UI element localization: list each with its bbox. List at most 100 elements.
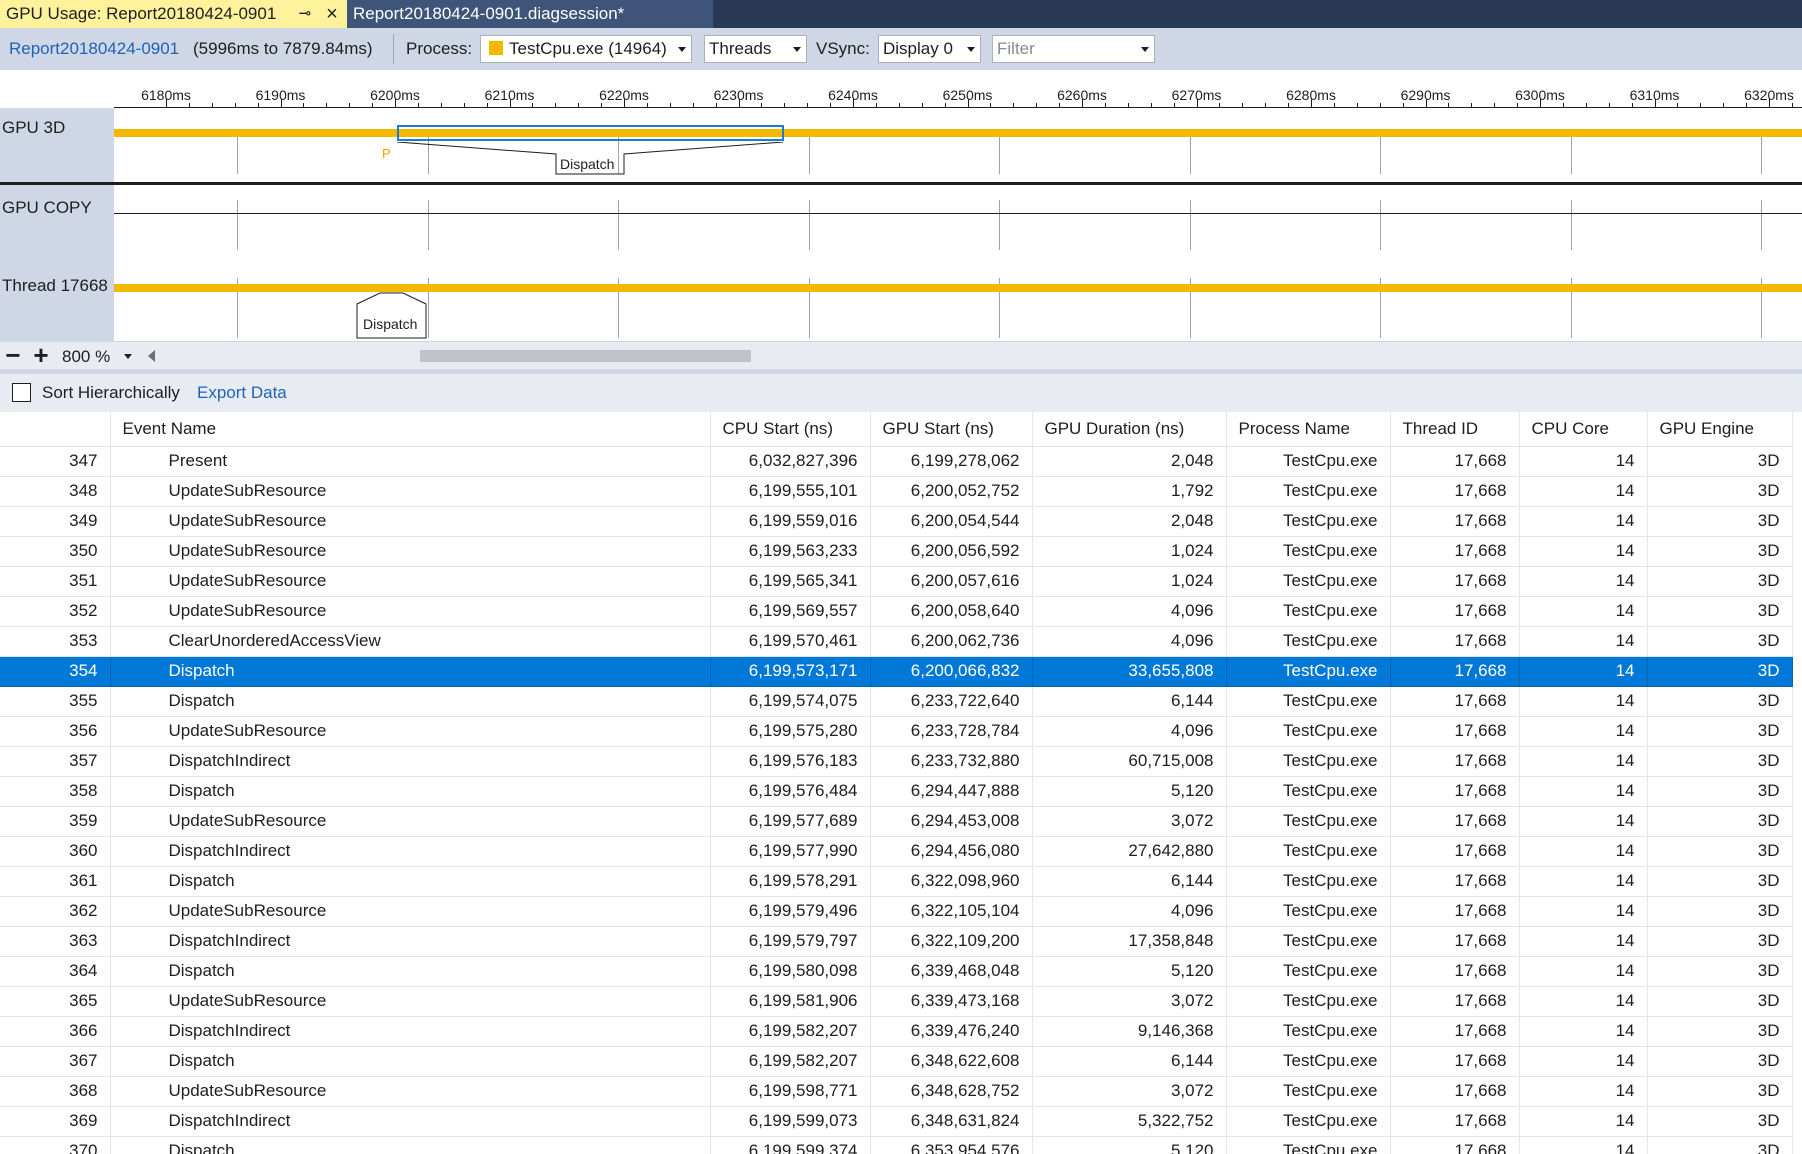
threads-dropdown[interactable]: Threads xyxy=(704,35,807,63)
table-row[interactable]: 361 Dispatch 6,199,578,291 6,322,098,960 6,1… xyxy=(0,866,1793,897)
column-header[interactable]: CPU Start (ns) xyxy=(710,412,871,447)
sort-hierarchically-label[interactable]: Sort Hierarchically xyxy=(42,383,180,403)
table-row[interactable]: 366 DispatchIndirect 6,199,582,207 6,339,47… xyxy=(0,1016,1793,1047)
tab-gpu-usage[interactable]: GPU Usage: Report20180424-0901 ⊸ × xyxy=(0,0,347,28)
column-header[interactable]: CPU Core xyxy=(1519,412,1648,447)
table-cell: TestCpu.exe xyxy=(1226,506,1391,537)
table-row[interactable]: 355 Dispatch 6,199,574,075 6,233,722,640 6,1… xyxy=(0,686,1793,717)
table-row[interactable]: 370 Dispatch 6,199,599,374 6,353,954,576 5,1… xyxy=(0,1136,1793,1154)
table-cell: 6,199,578,291 xyxy=(710,866,871,897)
zoom-level-dropdown[interactable]: 800 % xyxy=(62,347,110,367)
scroll-left-icon[interactable] xyxy=(148,350,155,362)
ruler-minor-tick xyxy=(257,103,259,107)
table-row[interactable]: 358 Dispatch 6,199,576,484 6,294,447,888 5,1… xyxy=(0,776,1793,807)
table-cell: 349 xyxy=(0,506,111,537)
ruler-minor-tick xyxy=(601,103,603,107)
table-cell: 3D xyxy=(1647,926,1793,957)
ruler-minor-tick xyxy=(1791,103,1793,107)
table-cell: 17,668 xyxy=(1390,1136,1520,1154)
table-cell: Dispatch xyxy=(110,866,711,897)
column-header[interactable]: Event Name xyxy=(110,412,711,447)
table-cell: 14 xyxy=(1519,506,1648,537)
table-row[interactable]: 368 UpdateSubResource 6,199,598,771 6,348,6… xyxy=(0,1076,1793,1107)
event-grid[interactable]: Event Name CPU Start (ns) GPU Start (ns) GP… xyxy=(0,412,1802,1154)
zoom-bar: − + 800 % xyxy=(0,341,1802,369)
close-icon[interactable]: × xyxy=(322,0,342,28)
report-link[interactable]: Report20180424-0901 xyxy=(9,39,179,59)
table-cell: 3D xyxy=(1647,1106,1793,1137)
table-row[interactable]: 363 DispatchIndirect 6,199,579,797 6,322,10… xyxy=(0,926,1793,957)
column-header[interactable]: Thread ID xyxy=(1390,412,1520,447)
table-row[interactable]: 354 Dispatch 6,199,573,171 6,200,066,832 33,… xyxy=(0,656,1793,687)
table-row[interactable]: 356 UpdateSubResource 6,199,575,280 6,233,7… xyxy=(0,716,1793,747)
table-cell: 3D xyxy=(1647,596,1793,627)
timeline-view[interactable]: 6180ms 6190ms 6200ms 6210ms 6220ms 6230ms 6240… xyxy=(0,70,1802,341)
table-cell: 6,200,057,616 xyxy=(870,566,1033,597)
table-cell: 6,199,577,990 xyxy=(710,836,871,867)
pin-icon[interactable]: ⊸ xyxy=(296,0,314,28)
timeline-scrollbar-thumb[interactable] xyxy=(420,350,751,362)
table-row[interactable]: 362 UpdateSubResource 6,199,579,496 6,322,1… xyxy=(0,896,1793,927)
ruler-minor-tick xyxy=(1631,103,1633,107)
gpu3d-selected-dispatch[interactable] xyxy=(397,125,784,141)
table-cell: UpdateSubResource xyxy=(110,1076,711,1107)
zoom-out-button[interactable]: − xyxy=(0,342,26,370)
ruler-minor-tick xyxy=(372,103,374,107)
ruler-minor-tick xyxy=(1723,103,1725,107)
ruler-minor-tick xyxy=(1677,103,1679,107)
ruler-minor-tick xyxy=(578,103,580,107)
ruler-minor-tick xyxy=(440,103,442,107)
lane-label-column-thread xyxy=(0,252,114,341)
table-cell: 5,120 xyxy=(1032,776,1227,807)
lane-gridline xyxy=(1761,137,1762,174)
table-row[interactable]: 364 Dispatch 6,199,580,098 6,339,468,048 5,1… xyxy=(0,956,1793,987)
zoom-in-button[interactable]: + xyxy=(28,342,54,370)
table-cell: 17,668 xyxy=(1390,806,1520,837)
table-row[interactable]: 365 UpdateSubResource 6,199,581,906 6,339,4… xyxy=(0,986,1793,1017)
table-cell: 6,199,575,280 xyxy=(710,716,871,747)
table-row[interactable]: 348 UpdateSubResource 6,199,555,101 6,200,0… xyxy=(0,476,1793,507)
table-row[interactable]: 353 ClearUnorderedAccessView 6,199,570,461… xyxy=(0,626,1793,657)
lane-label-thread: Thread 17668 xyxy=(2,276,108,295)
table-cell: 17,668 xyxy=(1390,746,1520,777)
thread-activity-bar[interactable] xyxy=(114,284,1802,292)
ruler-tick-label: 6280ms xyxy=(1286,87,1336,103)
column-header[interactable]: GPU Duration (ns) xyxy=(1032,412,1227,447)
table-cell: 33,655,808 xyxy=(1032,656,1227,687)
chevron-down-icon[interactable] xyxy=(124,354,132,359)
table-cell: 4,096 xyxy=(1032,626,1227,657)
gpu3d-activity-bar[interactable] xyxy=(114,129,1802,137)
table-row[interactable]: 369 DispatchIndirect 6,199,599,073 6,348,63… xyxy=(0,1106,1793,1137)
table-cell: UpdateSubResource xyxy=(110,986,711,1017)
table-cell: TestCpu.exe xyxy=(1226,836,1391,867)
lane-gridline xyxy=(999,137,1000,174)
vsync-dropdown[interactable]: Display 0 xyxy=(878,35,981,63)
column-header[interactable]: Process Name xyxy=(1226,412,1391,447)
table-row[interactable]: 357 DispatchIndirect 6,199,576,183 6,233,73… xyxy=(0,746,1793,777)
table-cell: DispatchIndirect xyxy=(110,1016,711,1047)
table-cell: 17,668 xyxy=(1390,896,1520,927)
table-row[interactable]: 359 UpdateSubResource 6,199,577,689 6,294,4… xyxy=(0,806,1793,837)
column-header[interactable] xyxy=(0,412,111,447)
tab-diagsession[interactable]: Report20180424-0901.diagsession* xyxy=(347,0,713,28)
table-row[interactable]: 350 UpdateSubResource 6,199,563,233 6,200,0… xyxy=(0,536,1793,567)
table-row[interactable]: 351 UpdateSubResource 6,199,565,341 6,200,0… xyxy=(0,566,1793,597)
table-cell: 5,120 xyxy=(1032,1136,1227,1154)
table-row[interactable]: 367 Dispatch 6,199,582,207 6,348,622,608 6,1… xyxy=(0,1046,1793,1077)
table-cell: 14 xyxy=(1519,986,1648,1017)
table-cell: 14 xyxy=(1519,1016,1648,1047)
table-row[interactable]: 360 DispatchIndirect 6,199,577,990 6,294,45… xyxy=(0,836,1793,867)
table-row[interactable]: 347 Present 6,032,827,396 6,199,278,062 2,04… xyxy=(0,446,1793,477)
sort-hierarchically-checkbox[interactable] xyxy=(12,383,31,402)
table-cell: 363 xyxy=(0,926,111,957)
table-cell: 6,233,722,640 xyxy=(870,686,1033,717)
table-row[interactable]: 349 UpdateSubResource 6,199,559,016 6,200,0… xyxy=(0,506,1793,537)
ruler-minor-tick xyxy=(417,103,419,107)
time-ruler: 6180ms 6190ms 6200ms 6210ms 6220ms 6230ms 6240… xyxy=(114,70,1802,108)
filter-dropdown[interactable]: Filter xyxy=(992,35,1155,63)
column-header[interactable]: GPU Start (ns) xyxy=(870,412,1033,447)
table-row[interactable]: 352 UpdateSubResource 6,199,569,557 6,200,0… xyxy=(0,596,1793,627)
column-header[interactable]: GPU Engine xyxy=(1647,412,1793,447)
export-data-link[interactable]: Export Data xyxy=(197,383,287,403)
process-dropdown[interactable]: TestCpu.exe (14964) xyxy=(480,35,692,63)
